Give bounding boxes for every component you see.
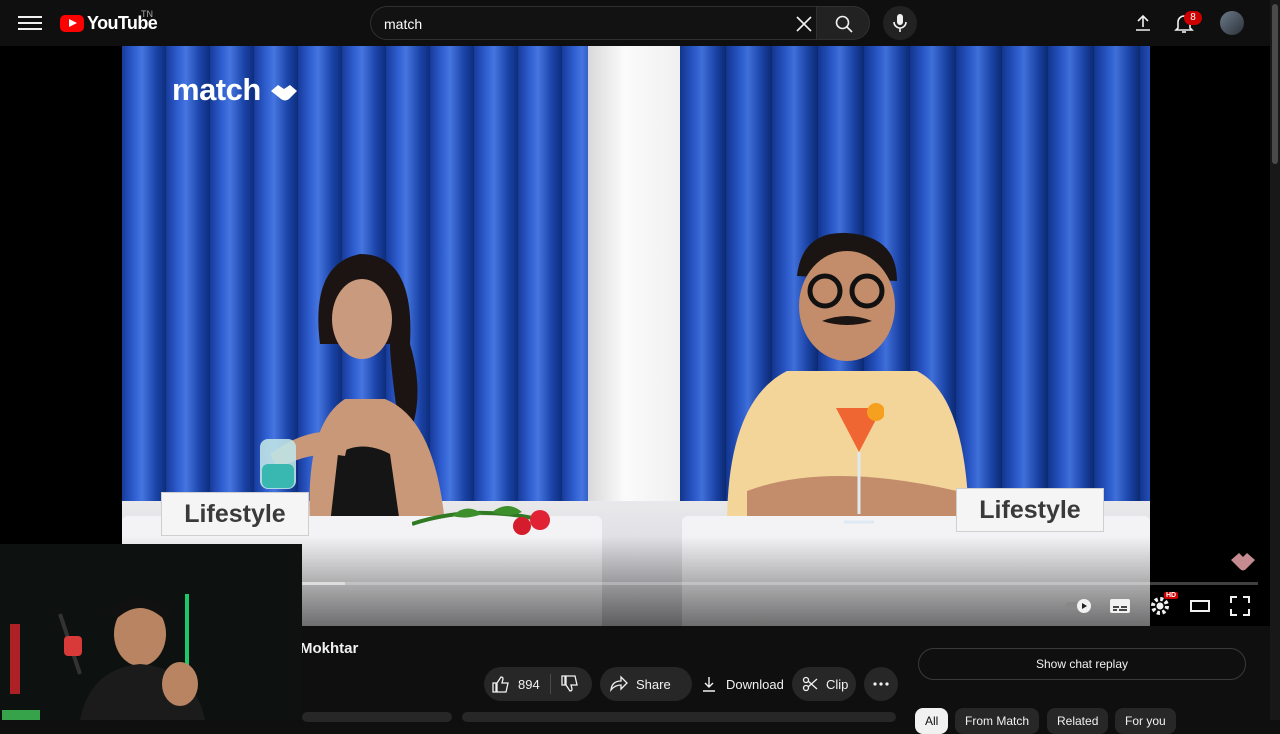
match-brand-text: match: [172, 72, 261, 107]
search-query: match: [384, 16, 423, 32]
clip-label: Clip: [826, 676, 849, 692]
match-brand-overlay: match: [172, 72, 299, 108]
hd-badge: HD: [1164, 592, 1179, 599]
fullscreen-icon[interactable]: [1228, 594, 1252, 618]
handshake-icon: [270, 84, 297, 101]
progress-bar[interactable]: [300, 582, 1258, 585]
theater-mode-icon[interactable]: [1188, 594, 1212, 618]
menu-icon[interactable]: [18, 12, 42, 34]
download-label: Download: [726, 676, 784, 692]
scrollbar-thumb[interactable]: [1272, 4, 1278, 164]
channel-row-placeholder: [302, 712, 452, 722]
like-dislike-group: 894: [484, 667, 592, 701]
autoplay-toggle-icon[interactable]: [1064, 594, 1094, 618]
cocktail-glass: [836, 403, 884, 524]
chip-from-match[interactable]: From Match: [955, 708, 1040, 734]
more-actions-button[interactable]: [864, 667, 898, 701]
notification-count-badge: 8: [1184, 11, 1202, 25]
video-player[interactable]: match Lifestyle Lifestyle HD: [0, 46, 1270, 626]
webcam-scene: [0, 544, 302, 720]
search-icon: [835, 15, 853, 33]
dislike-button[interactable]: [551, 675, 579, 693]
show-chat-replay-button[interactable]: Show chat replay: [918, 648, 1246, 680]
channel-watermark-icon[interactable]: [1228, 546, 1258, 576]
search-button[interactable]: [816, 6, 870, 40]
thumbs-down-icon: [561, 675, 578, 692]
share-button[interactable]: Share: [600, 667, 692, 701]
download-icon: [703, 677, 715, 692]
voice-search-button[interactable]: [883, 6, 917, 40]
thumbs-up-icon: [492, 676, 509, 693]
description-placeholder: [462, 712, 896, 722]
like-count: 894: [518, 676, 540, 692]
chip-all[interactable]: All: [915, 708, 949, 734]
clip-button[interactable]: Clip: [792, 667, 856, 701]
share-label: Share: [636, 676, 671, 692]
share-icon: [610, 675, 628, 693]
scissors-icon: [802, 676, 818, 692]
download-button[interactable]: Download: [698, 667, 786, 701]
upload-icon[interactable]: [1132, 12, 1154, 34]
subtitles-icon[interactable]: [1108, 594, 1132, 618]
like-button[interactable]: 894: [492, 674, 551, 694]
close-icon[interactable]: [795, 15, 813, 33]
account-avatar[interactable]: [1220, 11, 1244, 35]
progress-loaded: [300, 582, 346, 585]
masthead: YouTube TN match 8: [0, 0, 1280, 46]
streamer-webcam-overlay: [0, 544, 302, 720]
country-code: TN: [141, 9, 153, 19]
chip-for-you[interactable]: For you: [1115, 708, 1176, 734]
video-title[interactable]: Mokhtar: [300, 640, 358, 657]
youtube-play-icon: [60, 15, 84, 32]
chip-related[interactable]: Related: [1047, 708, 1109, 734]
page-scrollbar[interactable]: [1270, 0, 1280, 720]
more-horizontal-icon: [873, 682, 889, 686]
microphone-icon: [893, 14, 907, 32]
center-divider: [588, 46, 680, 526]
search-input[interactable]: match: [370, 6, 816, 40]
name-plate-right: Lifestyle: [956, 488, 1104, 532]
name-plate-left: Lifestyle: [161, 492, 309, 536]
rose-prop: [412, 506, 550, 535]
contestant-left: [260, 254, 445, 524]
